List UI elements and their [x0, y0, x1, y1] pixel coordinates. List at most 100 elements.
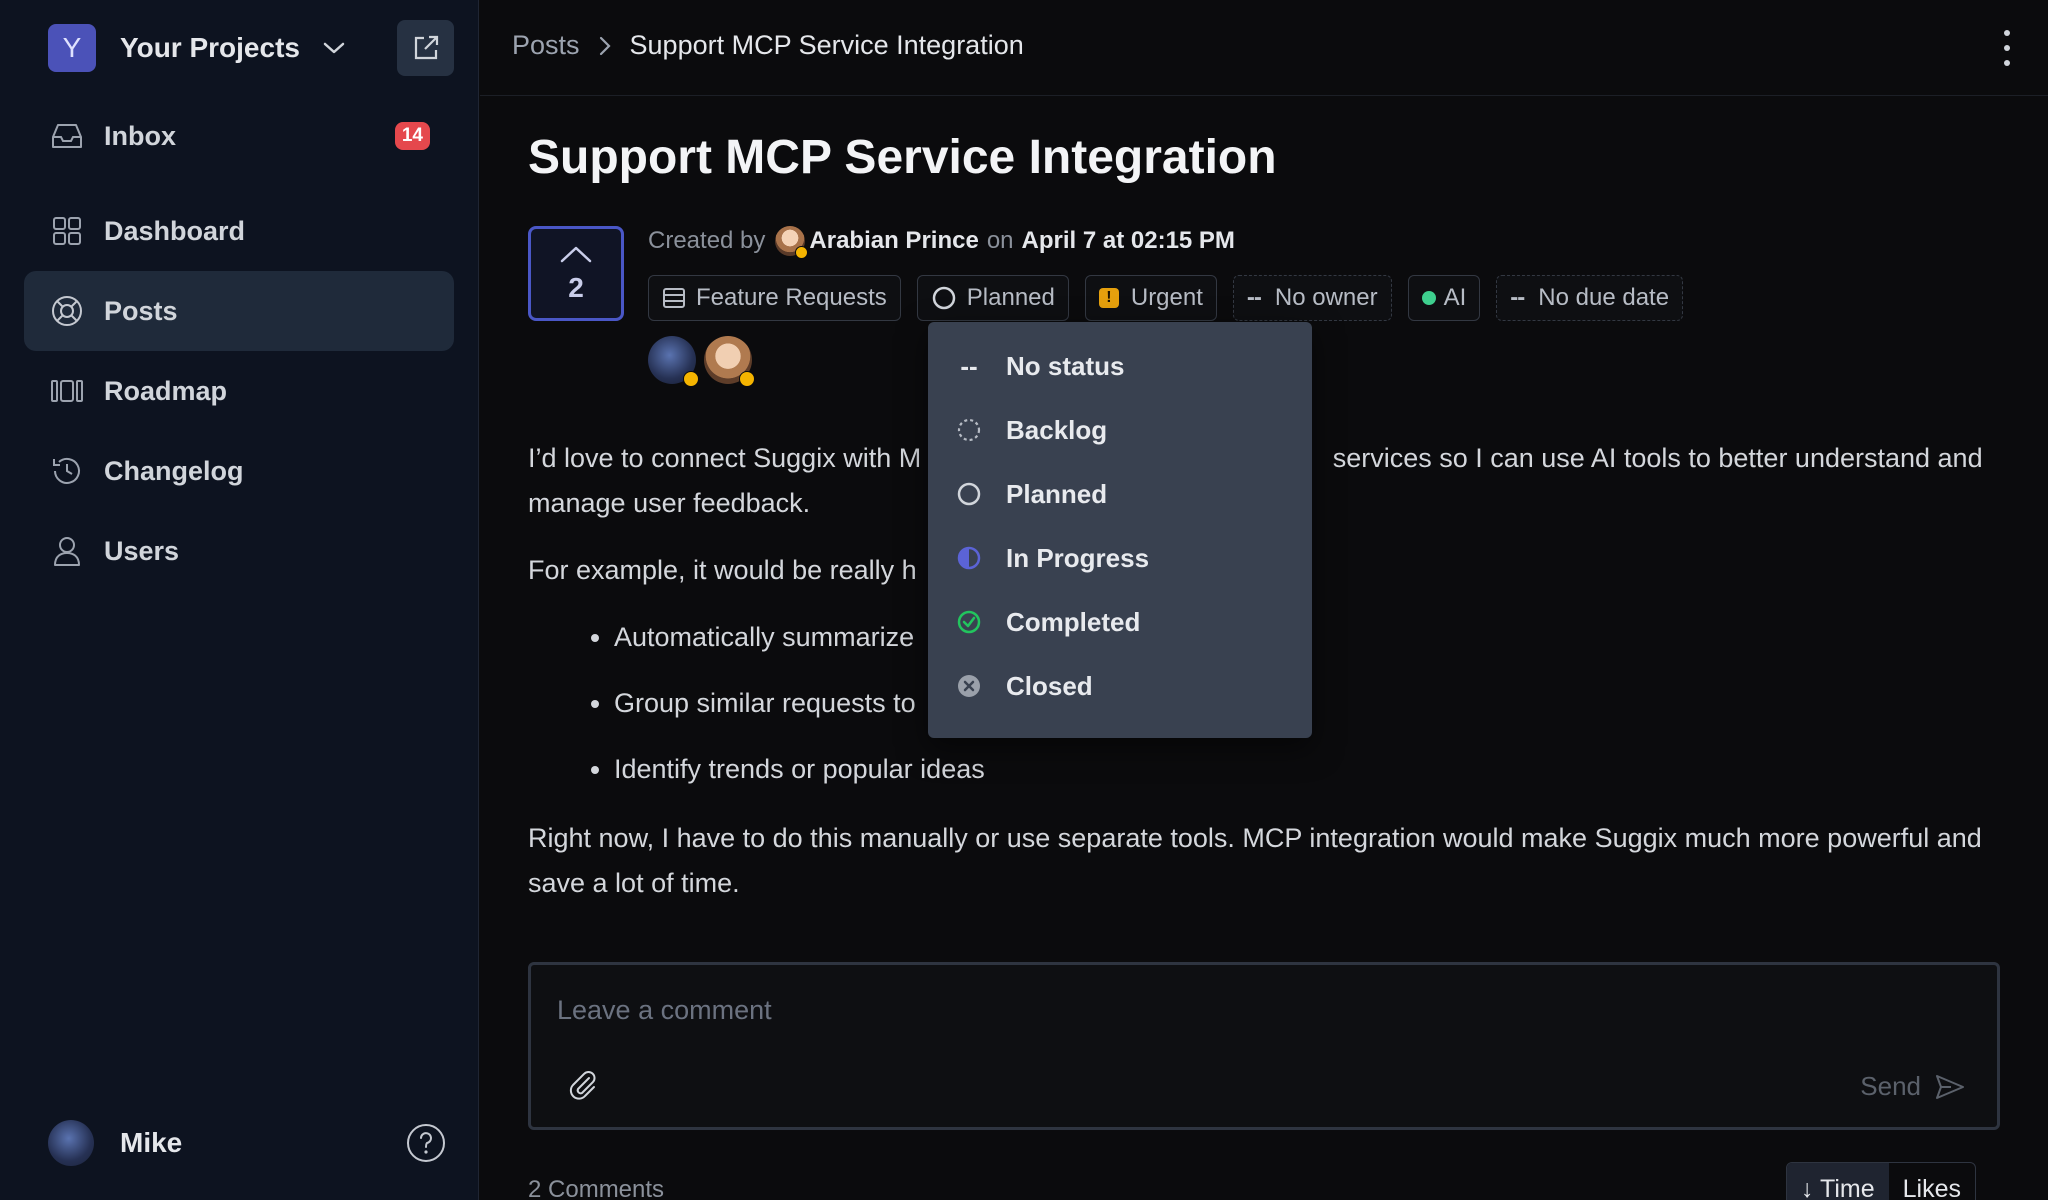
- board-label: Feature Requests: [696, 284, 887, 311]
- help-button[interactable]: [406, 1123, 446, 1163]
- list-item: Identify trends or popular ideas: [614, 747, 2008, 792]
- avatar[interactable]: [704, 336, 755, 387]
- dashboard-icon: [50, 214, 84, 248]
- due-date-label: No due date: [1538, 284, 1670, 311]
- history-icon: [50, 454, 84, 488]
- created-by-label: Created by: [648, 227, 766, 254]
- circle-icon: [956, 481, 982, 507]
- lifebuoy-icon: [50, 294, 84, 328]
- sidebar-item-label: Roadmap: [104, 375, 228, 406]
- open-external-button[interactable]: [397, 20, 454, 76]
- chevron-down-icon: [320, 34, 348, 62]
- inbox-icon: [50, 119, 84, 153]
- avatar[interactable]: [648, 336, 699, 387]
- post-properties: Feature Requests Planned ! Urgent -- No …: [648, 275, 1699, 321]
- project-switcher[interactable]: Y Your Projects: [48, 24, 348, 72]
- external-link-icon: [414, 35, 438, 60]
- status-selector[interactable]: Planned: [916, 275, 1069, 321]
- top-bar: Posts Support MCP Service Integration: [480, 0, 2048, 96]
- comment-input[interactable]: Leave a comment: [557, 995, 772, 1026]
- circle-icon: [931, 285, 957, 311]
- sidebar-item-label: Users: [104, 535, 180, 566]
- sidebar-item-users[interactable]: Users: [24, 511, 454, 591]
- due-date-selector[interactable]: -- No due date: [1496, 275, 1684, 321]
- board-selector[interactable]: Feature Requests: [648, 275, 901, 321]
- user-icon: [50, 534, 84, 568]
- paragraph: Right now, I have to do this manually or…: [528, 823, 1982, 898]
- created-date: April 7 at 02:15 PM: [1021, 227, 1235, 254]
- priority-selector[interactable]: ! Urgent: [1084, 275, 1217, 321]
- project-name: Your Projects: [120, 32, 300, 63]
- author-avatar: [775, 226, 809, 259]
- breadcrumb-posts-link[interactable]: Posts: [512, 30, 580, 61]
- current-user[interactable]: Mike: [48, 1120, 182, 1166]
- status-option-no-status[interactable]: -- No status: [928, 334, 1312, 398]
- post-meta: Created by Arabian Prince on April 7 at …: [648, 226, 1235, 259]
- owner-selector[interactable]: -- No owner: [1232, 275, 1392, 321]
- status-option-completed[interactable]: Completed: [928, 590, 1312, 654]
- dash-icon: --: [1246, 284, 1262, 311]
- status-option-label: Planned: [1006, 478, 1108, 509]
- user-name: Mike: [120, 1127, 183, 1158]
- owner-label: No owner: [1274, 284, 1378, 311]
- sort-time-button[interactable]: ↓ Time: [1787, 1163, 1889, 1200]
- chevron-up-icon: [560, 246, 592, 262]
- project-avatar: Y: [48, 24, 96, 72]
- urgent-icon: !: [1098, 288, 1119, 308]
- status-label: Planned: [966, 284, 1055, 311]
- more-options-icon[interactable]: [2002, 30, 2012, 66]
- half-circle-icon: [956, 545, 982, 571]
- status-option-label: In Progress: [1006, 542, 1150, 573]
- sidebar-item-changelog[interactable]: Changelog: [24, 431, 454, 511]
- dotted-circle-icon: [956, 417, 982, 443]
- board-icon: [662, 286, 686, 310]
- status-option-closed[interactable]: Closed: [928, 654, 1312, 718]
- page-title: Support MCP Service Integration: [528, 131, 1277, 184]
- sidebar-item-label: Posts: [104, 295, 178, 326]
- breadcrumb: Posts Support MCP Service Integration: [512, 30, 1024, 61]
- dash-icon: --: [960, 350, 978, 381]
- status-option-label: Backlog: [1006, 414, 1108, 445]
- status-option-label: Completed: [1006, 606, 1141, 637]
- dash-icon: --: [1510, 284, 1525, 311]
- x-circle-icon: [956, 673, 982, 699]
- sidebar-item-inbox[interactable]: Inbox 14: [24, 96, 454, 176]
- sidebar-item-label: Changelog: [104, 455, 244, 486]
- upvote-button[interactable]: 2: [528, 226, 624, 321]
- roadmap-icon: [50, 374, 84, 408]
- status-option-label: Closed: [1006, 670, 1093, 701]
- avatar: [48, 1120, 94, 1166]
- author-name[interactable]: Arabian Prince: [809, 227, 978, 255]
- tag-dot-icon: [1421, 291, 1436, 305]
- help-icon: [407, 1124, 445, 1162]
- sidebar: Y Your Projects Inbox 14 Dashboard Posts…: [0, 0, 479, 1200]
- sidebar-item-dashboard[interactable]: Dashboard: [24, 191, 454, 271]
- comments-count: 2 Comments: [528, 1176, 665, 1200]
- status-dropdown: -- No status Backlog Planned In Progress…: [928, 322, 1312, 738]
- send-label: Send: [1860, 1071, 1921, 1101]
- send-button[interactable]: Send: [1860, 1071, 1965, 1102]
- priority-label: Urgent: [1130, 284, 1203, 311]
- vote-count: 2: [568, 271, 584, 303]
- on-label: on: [986, 227, 1014, 254]
- voters-list: [648, 336, 760, 387]
- sidebar-item-label: Dashboard: [104, 215, 246, 246]
- sort-likes-button[interactable]: Likes: [1889, 1163, 1975, 1200]
- sidebar-item-posts[interactable]: Posts: [24, 271, 454, 351]
- status-option-label: No status: [1006, 350, 1125, 381]
- sidebar-item-roadmap[interactable]: Roadmap: [24, 351, 454, 431]
- inbox-count-badge: 14: [394, 122, 430, 150]
- chevron-right-icon: [598, 35, 612, 57]
- comment-composer[interactable]: Leave a comment Send: [528, 962, 2000, 1130]
- status-option-planned[interactable]: Planned: [928, 462, 1312, 526]
- paperclip-icon[interactable]: [567, 1069, 599, 1101]
- tag-label: AI: [1443, 284, 1467, 311]
- sidebar-item-label: Inbox: [104, 120, 176, 151]
- breadcrumb-current: Support MCP Service Integration: [629, 30, 1024, 60]
- status-option-in-progress[interactable]: In Progress: [928, 526, 1312, 590]
- send-icon: [1936, 1074, 1964, 1099]
- check-circle-icon: [956, 609, 982, 635]
- status-option-backlog[interactable]: Backlog: [928, 398, 1312, 462]
- comment-sort: ↓ Time Likes: [1786, 1162, 1976, 1200]
- tag-selector[interactable]: AI: [1407, 275, 1481, 321]
